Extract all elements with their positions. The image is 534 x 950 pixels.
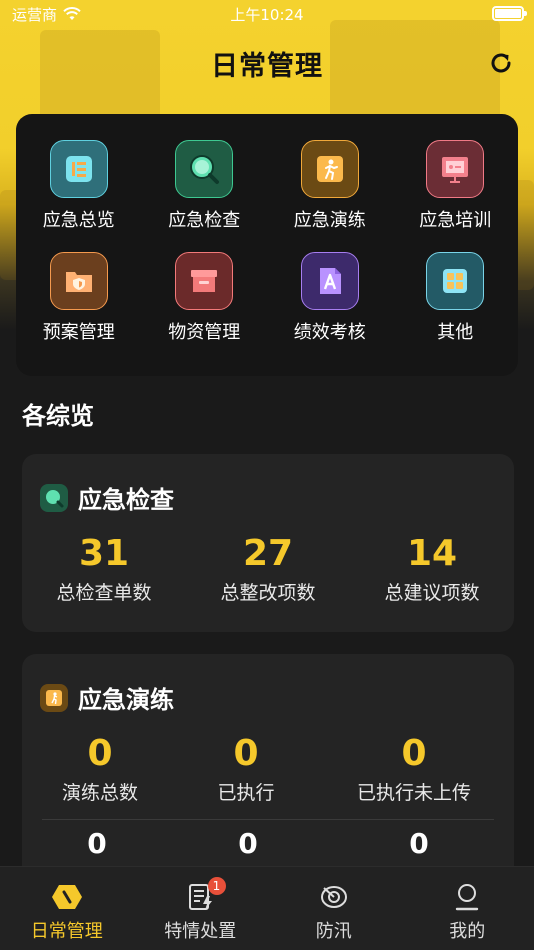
menu-card: 应急总览 应急检查 应急演练 应急培训 预案管理 物资管理 绩效考核 其他 [16,114,518,376]
tab-profile[interactable]: 我的 [401,867,534,950]
stat-row2-b: 0 [172,828,324,860]
card-title: 应急演练 [78,686,174,714]
menu-item-plan[interactable]: 预案管理 [16,252,142,344]
battery-icon [492,6,527,21]
inspection-stats: 31 总检查单数 27 总整改项数 14 总建议项数 [22,533,514,605]
stat-label: 已执行未上传 [356,782,471,805]
daily-management-icon [50,881,84,913]
stat-value: 31 [78,533,130,574]
menu-label: 应急总览 [42,210,115,231]
tab-bar: 日常管理 1 特情处置 防汛 我的 [0,866,534,950]
menu-item-inspection[interactable]: 应急检查 [142,140,268,232]
tab-label: 日常管理 [30,921,103,942]
tab-daily-management[interactable]: 日常管理 [0,867,134,950]
stat-label: 总建议项数 [384,582,480,605]
tab-label: 我的 [449,921,486,942]
tab-special-handling[interactable]: 1 特情处置 [134,867,268,950]
menu-item-drill[interactable]: 应急演练 [267,140,393,232]
refresh-icon [491,53,511,73]
notification-badge: 1 [207,877,226,895]
card-header: 应急检查 [22,454,514,515]
stat-row2-a: 0 [22,828,172,860]
stat-value: 0 [238,827,258,861]
stat-value: 0 [87,827,107,861]
magnifier-icon [40,483,68,512]
menu-item-overview[interactable]: 应急总览 [16,140,142,232]
shield-folder-icon [49,252,108,310]
menu-label: 应急演练 [293,210,366,231]
menu-label: 绩效考核 [293,322,366,343]
menu-label: 应急检查 [168,210,241,231]
stat-label: 总检查单数 [56,582,152,605]
tab-label: 防汛 [315,921,352,942]
menu-item-training[interactable]: 应急培训 [393,140,519,232]
profile-icon [450,881,484,913]
status-bar: 运营商 上午10:24 [0,0,534,28]
presentation-icon [426,140,485,198]
stat-value: 27 [242,533,294,574]
page-header: 日常管理 [0,40,534,86]
menu-label: 其他 [437,322,474,343]
flood-control-icon [317,881,351,913]
page-title: 日常管理 [211,50,323,82]
stat-value: 0 [233,733,259,774]
running-man-icon [40,683,68,712]
stat-value: 0 [409,827,429,861]
drill-card[interactable]: 应急演练 0 演练总数 0 已执行 0 已执行未上传 0 0 0 [22,654,514,894]
document-a-icon [300,252,359,310]
card-header: 应急演练 [22,654,514,715]
card-title: 应急检查 [78,486,174,514]
menu-item-materials[interactable]: 物资管理 [142,252,268,344]
stat-drill-total: 0 演练总数 [22,733,178,805]
tab-label: 特情处置 [164,921,237,942]
magnifier-icon [175,140,234,198]
stat-label: 演练总数 [61,782,138,805]
stat-value: 0 [401,733,427,774]
stat-label: 总整改项数 [220,582,316,605]
menu-label: 物资管理 [168,322,241,343]
menu-label: 应急培训 [419,210,492,231]
stat-executed: 0 已执行 [178,733,314,805]
stat-value: 14 [406,533,458,574]
status-time: 上午10:24 [230,5,304,24]
divider [42,819,494,821]
running-man-icon [300,140,359,198]
stat-total-suggestions: 14 总建议项数 [350,533,514,605]
stat-total-rectifications: 27 总整改项数 [186,533,350,605]
menu-item-performance[interactable]: 绩效考核 [267,252,393,344]
stat-executed-not-uploaded: 0 已执行未上传 [314,733,514,805]
stat-label: 已执行 [217,782,275,805]
drill-stats: 0 演练总数 0 已执行 0 已执行未上传 [22,733,514,805]
stat-value: 0 [87,733,113,774]
menu-grid: 应急总览 应急检查 应急演练 应急培训 预案管理 物资管理 绩效考核 其他 [16,114,518,344]
overview-title: 各综览 [22,402,94,430]
stat-row2-c: 0 [324,828,514,860]
drill-stats-second-row: 0 0 0 [22,828,514,860]
box-icon [175,252,234,310]
tab-flood-control[interactable]: 防汛 [267,867,401,950]
inspection-card[interactable]: 应急检查 31 总检查单数 27 总整改项数 14 总建议项数 [22,454,514,632]
grid-icon [426,252,485,310]
overview-icon [49,140,108,198]
refresh-button[interactable] [486,48,516,78]
stat-total-checklists: 31 总检查单数 [22,533,186,605]
menu-item-other[interactable]: 其他 [393,252,519,344]
menu-label: 预案管理 [42,322,115,343]
